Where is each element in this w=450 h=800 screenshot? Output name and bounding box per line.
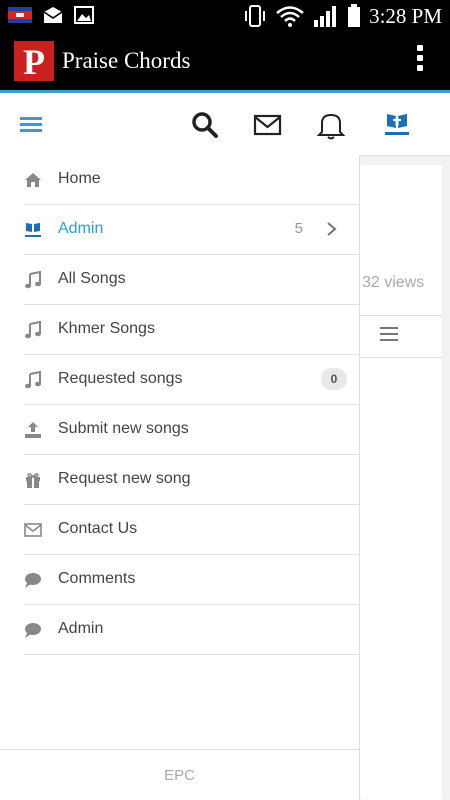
drawer-item-label: Request new song bbox=[58, 470, 191, 487]
drawer-item-submit-new-songs[interactable]: Submit new songs bbox=[24, 405, 359, 455]
count-badge: 0 bbox=[321, 368, 347, 390]
drawer-item-label: Requested songs bbox=[58, 370, 183, 387]
drawer-item-label: Submit new songs bbox=[58, 420, 189, 437]
divider bbox=[0, 749, 359, 750]
drawer-item-label: Home bbox=[58, 170, 101, 187]
drawer-item-label: Admin bbox=[58, 220, 104, 237]
music-note-icon bbox=[25, 321, 41, 339]
drawer-item-home[interactable]: Home bbox=[24, 155, 359, 205]
status-bar: 3:28 PM bbox=[0, 0, 450, 32]
chevron-right-icon[interactable] bbox=[325, 221, 339, 237]
wifi-icon bbox=[276, 6, 304, 27]
content-card bbox=[360, 165, 442, 800]
drawer-item-label: Khmer Songs bbox=[58, 320, 155, 337]
image-notification-icon bbox=[74, 6, 94, 24]
divider bbox=[360, 315, 442, 316]
navigation-drawer: Home Admin 5 All Songs Khmer Songs Reque… bbox=[0, 155, 360, 800]
drawer-item-khmer-songs[interactable]: Khmer Songs bbox=[24, 305, 359, 355]
drawer-item-label: Admin bbox=[58, 620, 104, 637]
drawer-item-admin-comments[interactable]: Admin bbox=[24, 605, 359, 655]
home-icon bbox=[25, 173, 41, 187]
item-count: 5 bbox=[294, 220, 303, 237]
toolbar bbox=[0, 93, 450, 156]
app-bar: P Praise Chords bbox=[0, 32, 450, 93]
app-logo: P bbox=[14, 41, 54, 82]
flag-icon bbox=[8, 7, 32, 23]
overflow-menu-icon[interactable] bbox=[414, 45, 426, 77]
hamburger-menu-icon[interactable] bbox=[18, 110, 48, 140]
khmer-praise-logo-icon bbox=[25, 223, 41, 237]
drawer-item-requested-songs[interactable]: Requested songs 0 bbox=[24, 355, 359, 405]
music-note-icon bbox=[25, 371, 41, 389]
drawer-item-label: Comments bbox=[58, 570, 136, 587]
mail-icon[interactable] bbox=[253, 110, 283, 140]
music-note-icon bbox=[25, 271, 41, 289]
bell-icon[interactable] bbox=[316, 110, 346, 140]
drawer-item-label: All Songs bbox=[58, 270, 126, 287]
comment-icon bbox=[25, 573, 41, 588]
drawer-item-admin[interactable]: Admin 5 bbox=[24, 205, 359, 255]
drawer-item-contact-us[interactable]: Contact Us bbox=[24, 505, 359, 555]
battery-icon bbox=[348, 4, 361, 27]
drawer-footer: EPC bbox=[164, 767, 195, 784]
drawer-item-comments[interactable]: Comments bbox=[24, 555, 359, 605]
envelope-icon bbox=[24, 523, 42, 537]
khmer-praise-logo-icon[interactable] bbox=[383, 110, 411, 140]
upload-icon bbox=[25, 422, 41, 438]
views-count: 32 views bbox=[362, 274, 425, 291]
signal-icon bbox=[314, 6, 337, 27]
vibrate-icon bbox=[245, 5, 266, 27]
comment-icon bbox=[25, 623, 41, 638]
drawer-item-label: Contact Us bbox=[58, 520, 138, 537]
card-menu-icon[interactable] bbox=[380, 327, 398, 345]
gift-icon bbox=[26, 473, 40, 488]
search-icon[interactable] bbox=[190, 110, 220, 140]
app-title: Praise Chords bbox=[62, 48, 191, 73]
mail-notification-icon bbox=[43, 7, 63, 23]
status-time: 3:28 PM bbox=[369, 4, 442, 28]
divider bbox=[360, 357, 442, 358]
drawer-item-all-songs[interactable]: All Songs bbox=[24, 255, 359, 305]
drawer-item-request-new-song[interactable]: Request new song bbox=[24, 455, 359, 505]
